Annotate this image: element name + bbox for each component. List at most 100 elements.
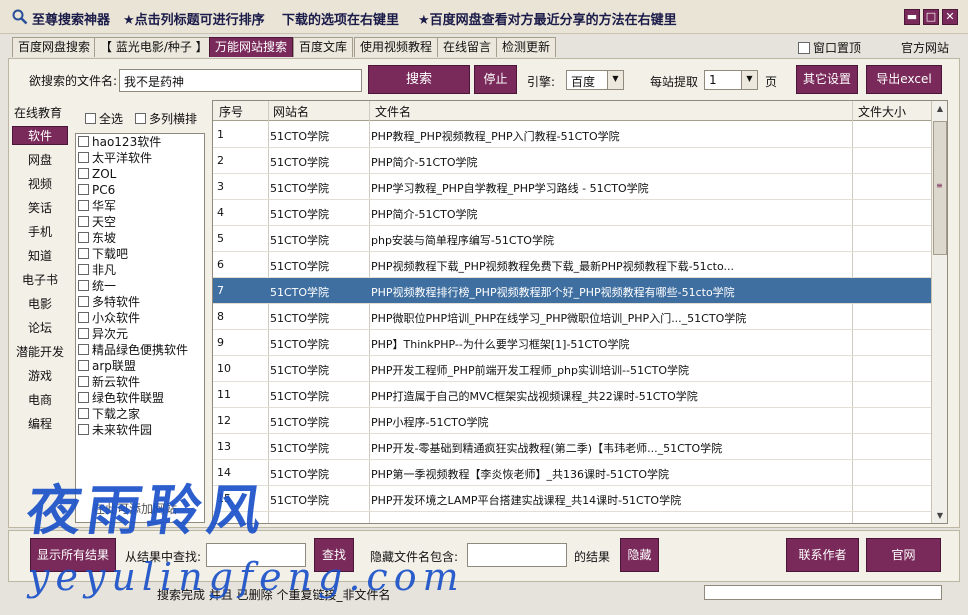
site-item[interactable]: ZOL [76, 166, 204, 182]
site-item[interactable]: 太平洋软件 [76, 150, 204, 166]
site-item[interactable]: 新云软件 [76, 374, 204, 390]
table-row[interactable]: 2 51CTO学院 PHP简介-51CTO学院 [213, 148, 931, 174]
checkbox-box[interactable] [78, 136, 89, 147]
table-row[interactable]: 12 51CTO学院 PHP小程序-51CTO学院 [213, 408, 931, 434]
other-settings-button[interactable]: 其它设置 [796, 65, 858, 94]
stop-button[interactable]: 停止 [474, 65, 517, 94]
tab-video-tutorial[interactable]: 使用视频教程 [354, 37, 439, 57]
category-potential[interactable]: 潜能开发 [12, 343, 68, 362]
category-forum[interactable]: 论坛 [12, 319, 68, 338]
category-video[interactable]: 视频 [12, 175, 68, 194]
site-item[interactable]: 下载之家 [76, 406, 204, 422]
category-mobile[interactable]: 手机 [12, 223, 68, 242]
table-row[interactable]: 9 51CTO学院 PHP】ThinkPHP--为什么要学习框架[1]-51CTO学… [213, 330, 931, 356]
table-row[interactable]: 13 51CTO学院 PHP开发-零基础到精通疯狂实战教程(第二季)【韦玮老师...… [213, 434, 931, 460]
site-list[interactable]: hao123软件 太平洋软件 ZOL PC6 华军 天空 东坡 下载吧 非凡 统… [75, 133, 205, 523]
category-programming[interactable]: 编程 [12, 415, 68, 434]
checkbox-box[interactable] [78, 328, 89, 339]
tab-baidu-pan[interactable]: 百度网盘搜索 [12, 37, 97, 57]
tab-baidu-wenku[interactable]: 百度文库 [293, 37, 354, 57]
site-item[interactable]: 小众软件 [76, 310, 204, 326]
table-row[interactable]: 3 51CTO学院 PHP学习教程_PHP自学教程_PHP学习路线 - 51CTO学… [213, 174, 931, 200]
hide-button[interactable]: 隐藏 [620, 538, 659, 572]
site-item[interactable]: 异次元 [76, 326, 204, 342]
category-software[interactable]: 软件 [12, 126, 68, 145]
table-row[interactable]: 5 51CTO学院 php安装与简单程序编写-51CTO学院 [213, 226, 931, 252]
checkbox-box[interactable] [78, 424, 89, 435]
official-site-link[interactable]: 官方网站 [901, 39, 949, 56]
checkbox-box[interactable] [78, 312, 89, 323]
checkbox-box[interactable] [78, 200, 89, 211]
chevron-down-icon[interactable]: ▼ [741, 71, 757, 89]
header-no[interactable]: 序号 [219, 103, 243, 120]
checkbox-box[interactable] [85, 113, 96, 124]
category-movie[interactable]: 电影 [12, 295, 68, 314]
header-filesize[interactable]: 文件大小 [858, 103, 906, 120]
checkbox-box[interactable] [135, 113, 146, 124]
category-ebook[interactable]: 电子书 [12, 271, 68, 290]
tab-universal-search[interactable]: 万能网站搜索 [209, 37, 294, 57]
checkbox-box[interactable] [78, 376, 89, 387]
category-ecommerce[interactable]: 电商 [12, 391, 68, 410]
checkbox-box[interactable] [78, 184, 89, 195]
checkbox-box[interactable] [78, 152, 89, 163]
scroll-up-icon[interactable]: ▲ [932, 101, 947, 117]
tab-message[interactable]: 在线留言 [437, 37, 498, 57]
site-item[interactable]: 华军 [76, 198, 204, 214]
checkbox-box[interactable] [78, 264, 89, 275]
site-item[interactable]: 绿色软件联盟 [76, 390, 204, 406]
category-zhidao[interactable]: 知道 [12, 247, 68, 266]
checkbox-box[interactable] [78, 168, 89, 179]
site-item[interactable]: 精品绿色便携软件 [76, 342, 204, 358]
table-row[interactable]: 14 51CTO学院 PHP第一季视频教程【李炎恢老师】_共136课时-51CTO学… [213, 460, 931, 486]
site-item[interactable]: 东坡 [76, 230, 204, 246]
minimize-button[interactable]: ▬ [904, 9, 920, 25]
tab-update[interactable]: 检测更新 [496, 37, 557, 57]
table-row[interactable]: 7 51CTO学院 PHP视频教程排行榜_PHP视频教程那个好_PHP视频教程有哪些… [213, 278, 931, 304]
tab-bluray[interactable]: 【 蓝光电影/种子 】 [94, 37, 214, 57]
table-row[interactable]: 15 51CTO学院 PHP开发环境之LAMP平台搭建实战课程_共14课时-51CT… [213, 486, 931, 512]
category-games[interactable]: 游戏 [12, 367, 68, 386]
site-item[interactable]: 下载吧 [76, 246, 204, 262]
search-button[interactable]: 搜索 [368, 65, 470, 94]
table-row[interactable]: 4 51CTO学院 PHP简介-51CTO学院 [213, 200, 931, 226]
search-input[interactable]: 我不是药神 [119, 69, 362, 92]
table-row[interactable]: 11 51CTO学院 PHP打造属于自己的MVC框架实战视频课程_共22课时-51C… [213, 382, 931, 408]
site-item[interactable]: 天空 [76, 214, 204, 230]
scroll-down-icon[interactable]: ▼ [932, 508, 947, 523]
contact-author-button[interactable]: 联系作者 [786, 538, 859, 572]
engine-select[interactable]: 百度 ▼ [566, 70, 624, 90]
results-table[interactable]: 序号 网站名 文件名 文件大小 1 51CTO学院 PHP教程_PHP视频教程_PH… [212, 100, 948, 524]
category-netdisk[interactable]: 网盘 [12, 151, 68, 170]
checkbox-box[interactable] [78, 344, 89, 355]
table-row[interactable]: 8 51CTO学院 PHP微职位PHP培训_PHP在线学习_PHP微职位培训_PHP… [213, 304, 931, 330]
category-jokes[interactable]: 笑话 [12, 199, 68, 218]
table-row[interactable]: 1 51CTO学院 PHP教程_PHP视频教程_PHP入门教程-51CTO学院 [213, 122, 931, 148]
checkbox-box[interactable] [78, 216, 89, 227]
hide-filename-input[interactable] [467, 543, 567, 567]
checkbox-box[interactable] [78, 232, 89, 243]
checkbox-box[interactable] [78, 408, 89, 419]
checkbox-box[interactable] [78, 296, 89, 307]
site-item[interactable]: 统一 [76, 278, 204, 294]
header-filename[interactable]: 文件名 [375, 103, 411, 120]
site-item[interactable]: 未来软件园 [76, 422, 204, 438]
site-item[interactable]: PC6 [76, 182, 204, 198]
checkbox-box[interactable] [78, 360, 89, 371]
site-item[interactable]: hao123软件 [76, 134, 204, 150]
checkbox-box[interactable] [78, 392, 89, 403]
site-item[interactable]: 非凡 [76, 262, 204, 278]
pin-checkbox-box[interactable] [798, 42, 810, 54]
per-site-select[interactable]: 1 ▼ [704, 70, 758, 90]
export-excel-button[interactable]: 导出excel [866, 65, 942, 94]
maximize-button[interactable]: □ [923, 9, 939, 25]
select-all-checkbox[interactable]: 全选 [85, 110, 123, 127]
checkbox-box[interactable] [78, 248, 89, 259]
chevron-down-icon[interactable]: ▼ [607, 71, 623, 89]
category-online-education[interactable]: 在线教育 [14, 104, 62, 121]
table-row[interactable]: 6 51CTO学院 PHP视频教程下载_PHP视频教程免费下载_最新PHP视频教程下… [213, 252, 931, 278]
header-site[interactable]: 网站名 [273, 103, 309, 120]
close-button[interactable]: ✕ [942, 9, 958, 25]
multi-column-checkbox[interactable]: 多列横排 [135, 110, 197, 127]
checkbox-box[interactable] [78, 280, 89, 291]
